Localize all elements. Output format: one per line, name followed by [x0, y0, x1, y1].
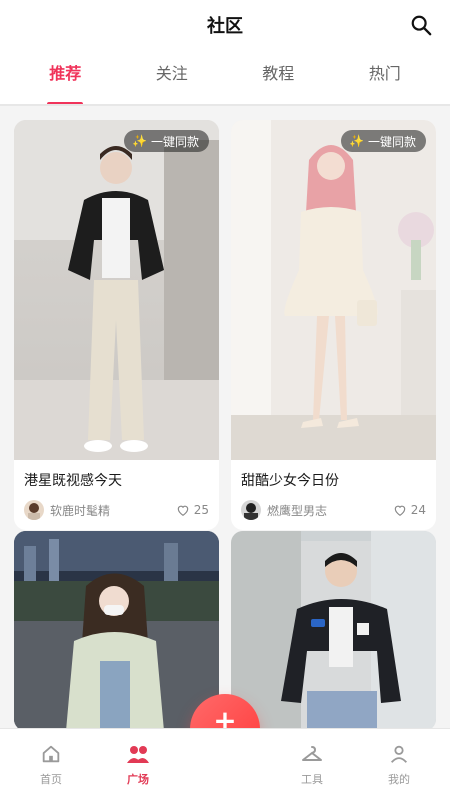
heart-icon [394, 505, 405, 516]
nav-label: 我的 [388, 772, 410, 786]
same-style-badge[interactable]: ✨ 一键同款 [341, 130, 426, 152]
post-title: 港星既视感今天 [24, 473, 122, 489]
badge-label: 一键同款 [367, 134, 416, 149]
nav-label: 首页 [40, 772, 62, 786]
tab-hot[interactable]: 热门 [345, 60, 425, 100]
post-card[interactable]: ✨ 一键同款 甜酷少女今日份 燃鹰型男志 24 [231, 120, 436, 530]
post-card[interactable]: ✨ 一键同款 港星既视感今天 软鹿时髦精 25 [14, 120, 219, 530]
search-button[interactable] [408, 12, 434, 38]
category-tabs: 推荐 关注 教程 热门 [0, 60, 450, 106]
post-card[interactable] [14, 531, 219, 728]
post-meta: 软鹿时髦精 25 [14, 490, 219, 530]
nav-tools[interactable]: 工具 [277, 729, 347, 800]
nav-label: 工具 [301, 772, 323, 786]
page-title: 社区 [207, 16, 243, 37]
tab-follow[interactable]: 关注 [132, 60, 212, 100]
like-button[interactable]: 25 [176, 503, 209, 517]
author-name[interactable]: 燃鹰型男志 [267, 502, 393, 519]
author-name[interactable]: 软鹿时髦精 [50, 502, 176, 519]
hanger-icon [302, 745, 322, 761]
community-icon [127, 745, 149, 763]
tab-recommend[interactable]: 推荐 [25, 60, 105, 106]
post-card[interactable] [231, 531, 436, 728]
like-count: 24 [410, 503, 426, 517]
nav-home[interactable]: 首页 [16, 729, 86, 800]
post-image: ✨ 一键同款 [231, 120, 436, 460]
home-icon [42, 745, 60, 762]
post-feed: ✨ 一键同款 港星既视感今天 软鹿时髦精 25 ✨ 一键同款 甜酷少女今日份 燃… [0, 106, 450, 728]
sparkle-icon: ✨ [132, 134, 147, 148]
post-image [14, 531, 219, 728]
tab-label: 推荐 [49, 64, 82, 83]
tab-tutorial[interactable]: 教程 [238, 60, 318, 100]
sparkle-icon: ✨ [349, 134, 364, 148]
post-image: ✨ 一键同款 [14, 120, 219, 460]
avatar[interactable] [24, 500, 44, 520]
nav-label: 广场 [127, 772, 149, 786]
post-image [231, 531, 436, 728]
nav-square[interactable]: 广场 [103, 729, 173, 800]
post-title: 甜酷少女今日份 [241, 473, 339, 489]
tab-label: 关注 [155, 64, 188, 83]
top-header: 社区 推荐 关注 教程 热门 [0, 0, 450, 106]
avatar[interactable] [241, 500, 261, 520]
like-button[interactable]: 24 [393, 503, 426, 517]
badge-label: 一键同款 [150, 134, 199, 149]
tab-label: 教程 [262, 64, 295, 83]
nav-me[interactable]: 我的 [364, 729, 434, 800]
bottom-nav: 首页 广场 工具 我的 [0, 728, 450, 800]
heart-icon [177, 505, 188, 516]
post-meta: 燃鹰型男志 24 [231, 490, 436, 530]
same-style-badge[interactable]: ✨ 一键同款 [124, 130, 209, 152]
tab-label: 热门 [368, 64, 401, 83]
user-icon [390, 745, 408, 763]
like-count: 25 [193, 503, 209, 517]
search-icon [411, 15, 432, 36]
